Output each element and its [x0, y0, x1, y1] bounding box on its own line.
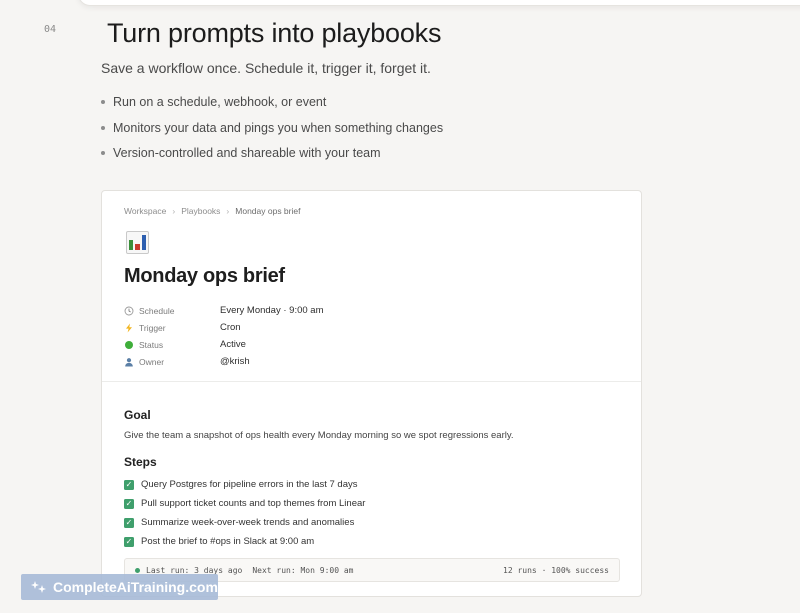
property-label: Status: [139, 339, 164, 350]
steps-heading: Steps: [124, 455, 157, 469]
feature-item: Version-controlled and shareable with yo…: [101, 145, 443, 171]
breadcrumb-workspace[interactable]: Workspace: [124, 206, 166, 216]
breadcrumb: Workspace › Playbooks › Monday ops brief: [124, 206, 300, 216]
step-text[interactable]: Query Postgres for pipeline errors in th…: [141, 479, 358, 490]
property-value: Every Monday · 9:00 am: [220, 305, 324, 316]
hero-subtitle: Save a workflow once. Schedule it, trigg…: [101, 60, 431, 76]
property-label: Owner: [139, 356, 165, 367]
watermark: CompleteAiTraining.com: [21, 574, 218, 600]
hero-title: Turn prompts into playbooks: [107, 18, 442, 48]
goal-text[interactable]: Give the team a snapshot of ops health e…: [124, 430, 514, 441]
property-value: Cron: [220, 322, 241, 333]
breadcrumb-current: Monday ops brief: [235, 206, 301, 216]
property-label: Schedule: [139, 305, 175, 316]
properties-table: Schedule Every Monday · 9:00 am Trigger …: [124, 302, 324, 370]
previous-section-card: [78, 0, 800, 6]
divider: [102, 381, 641, 382]
document-title[interactable]: Monday ops brief: [124, 265, 285, 288]
property-label: Trigger: [139, 322, 166, 333]
run-summary: 12 runs · 100% success: [503, 565, 609, 575]
status-dot-icon: [135, 567, 140, 573]
sparkle-logo-icon: [31, 581, 46, 593]
property-value: @krish: [220, 356, 250, 367]
property-schedule[interactable]: Schedule Every Monday · 9:00 am: [124, 302, 324, 319]
step-text[interactable]: Pull support ticket counts and top theme…: [141, 498, 365, 509]
property-trigger[interactable]: Trigger Cron: [124, 319, 324, 336]
breadcrumb-playbooks[interactable]: Playbooks: [181, 206, 220, 216]
step-item: ✓ Pull support ticket counts and top the…: [124, 494, 365, 513]
bar-chart-icon[interactable]: [126, 231, 149, 254]
feature-item: Run on a schedule, webhook, or event: [101, 94, 443, 120]
step-item: ✓ Summarize week-over-week trends and an…: [124, 513, 365, 532]
step-item: ✓ Post the brief to #ops in Slack at 9:0…: [124, 532, 365, 551]
step-text[interactable]: Post the brief to #ops in Slack at 9:00 …: [141, 536, 314, 547]
chevron-right-icon: ›: [172, 206, 176, 216]
section-number: 04: [44, 24, 57, 35]
property-status[interactable]: Status Active: [124, 336, 324, 353]
feature-list: Run on a schedule, webhook, or event Mon…: [101, 94, 443, 171]
steps-list: ✓ Query Postgres for pipeline errors in …: [124, 475, 365, 551]
chevron-right-icon: ›: [226, 206, 230, 216]
property-value: Active: [220, 339, 246, 350]
playbook-document: Workspace › Playbooks › Monday ops brief…: [101, 190, 642, 597]
lightning-icon: [124, 323, 134, 333]
watermark-text: CompleteAiTraining.com: [53, 579, 218, 595]
next-run-text: Next run: Mon 9:00 am: [252, 565, 354, 575]
status-dot-icon: [124, 340, 134, 350]
person-icon: [124, 357, 134, 367]
checkbox-checked-icon[interactable]: ✓: [124, 498, 134, 509]
clock-icon: [124, 306, 134, 316]
checkbox-checked-icon[interactable]: ✓: [124, 517, 134, 528]
checkbox-checked-icon[interactable]: ✓: [124, 479, 134, 490]
step-item: ✓ Query Postgres for pipeline errors in …: [124, 475, 365, 494]
feature-item: Monitors your data and pings you when so…: [101, 120, 443, 146]
property-owner[interactable]: Owner @krish: [124, 353, 324, 370]
step-text[interactable]: Summarize week-over-week trends and anom…: [141, 517, 354, 528]
checkbox-checked-icon[interactable]: ✓: [124, 536, 134, 547]
goal-heading: Goal: [124, 408, 151, 422]
